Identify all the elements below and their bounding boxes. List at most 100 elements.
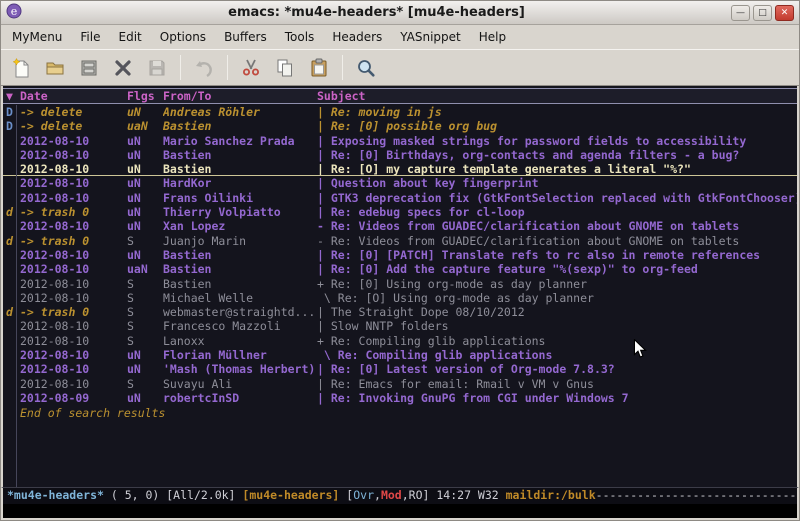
menu-help[interactable]: Help — [470, 25, 515, 49]
cut-button[interactable] — [237, 54, 265, 82]
menu-tools[interactable]: Tools — [276, 25, 324, 49]
modeline-segment: Ovr — [353, 488, 374, 502]
message-date: 2012-08-09 — [17, 391, 127, 405]
message-flags: uN — [127, 162, 163, 175]
message-subject: | Re: [0] [PATCH] Translate refs to rc a… — [317, 248, 797, 262]
svg-text:e: e — [11, 5, 18, 18]
message-flags: uN — [127, 134, 163, 148]
message-subject: \ Re: Compiling glib applications — [317, 348, 797, 362]
message-row[interactable]: 2012-08-10SMichael Welle \ Re: [O] Using… — [3, 291, 797, 305]
message-mark — [3, 176, 17, 190]
message-flags: uN — [127, 348, 163, 362]
menu-yasnippet[interactable]: YASnippet — [391, 25, 470, 49]
message-subject: + Re: Compiling glib applications — [317, 334, 797, 348]
emacs-app-icon: e — [6, 3, 22, 23]
titlebar[interactable]: e emacs: *mu4e-headers* [mu4e-headers] —… — [1, 1, 799, 25]
column-header-subject[interactable]: Subject — [317, 89, 797, 103]
message-date: -> trash 0 — [17, 305, 127, 319]
message-flags: uN — [127, 219, 163, 233]
kill-buffer-button[interactable] — [109, 54, 137, 82]
message-subject: - Re: Videos from GUADEC/clarification a… — [317, 234, 797, 248]
message-from: 'Mash (Thomas Herbert) — [163, 362, 317, 376]
new-file-button[interactable] — [7, 54, 35, 82]
cut-icon — [240, 57, 262, 79]
message-date: -> delete — [17, 119, 127, 133]
message-row[interactable]: 2012-08-10SFrancesco Mazzoli| Slow NNTP … — [3, 319, 797, 333]
message-from: robertcInSD — [163, 391, 317, 405]
message-row[interactable]: D-> deleteuaNBastien| Re: [0] possible o… — [3, 119, 797, 133]
message-mark — [3, 377, 17, 391]
echo-area[interactable] — [1, 504, 799, 520]
message-row[interactable]: 2012-08-10SLanoxx+ Re: Compiling glib ap… — [3, 334, 797, 348]
mu4e-headers-buffer: ▼ Date Flgs From/To Subject D-> deleteuN… — [1, 86, 799, 487]
column-header-flags[interactable]: Flgs — [127, 89, 163, 103]
message-row[interactable]: 2012-08-10uNMario Sanchez Prada| Exposin… — [3, 134, 797, 148]
message-from: Xan Lopez — [163, 219, 317, 233]
message-row[interactable]: d-> trash 0uNThierry Volpiatto| Re: edeb… — [3, 205, 797, 219]
modeline-segment: ( 5, 0) [All/2.0k] — [104, 488, 242, 502]
message-mark — [3, 291, 17, 305]
minimize-button[interactable]: — — [731, 5, 750, 21]
menu-bar: MyMenuFileEditOptionsBuffersToolsHeaders… — [1, 25, 799, 49]
message-row[interactable]: 2012-08-10SSuvayu Ali| Re: Emacs for ema… — [3, 377, 797, 391]
message-subject: | Re: [0] possible org bug — [317, 119, 797, 133]
search-button[interactable] — [352, 54, 380, 82]
message-subject: | Question about key fingerprint — [317, 176, 797, 190]
message-row[interactable]: d-> trash 0Swebmaster@straightd...| The … — [3, 305, 797, 319]
column-header-from[interactable]: From/To — [163, 89, 317, 103]
message-row[interactable]: 2012-08-10uNFrans Oilinki| GTK3 deprecat… — [3, 191, 797, 205]
message-from: Bastien — [163, 162, 317, 175]
message-row[interactable]: 2012-08-10uNFlorian Müllner \ Re: Compil… — [3, 348, 797, 362]
modeline-segment: , — [374, 488, 381, 502]
scroll-bar[interactable] — [16, 105, 17, 487]
column-header-date[interactable]: Date — [17, 89, 127, 103]
message-flags: uN — [127, 105, 163, 119]
message-row[interactable]: 2012-08-09uNrobertcInSD| Re: Invoking Gn… — [3, 391, 797, 405]
message-subject: + Re: [0] Using org-mode as day planner — [317, 277, 797, 291]
modeline-segment: RO — [409, 488, 423, 502]
message-row[interactable]: 2012-08-10uNXan Lopez- Re: Videos from G… — [3, 219, 797, 233]
copy-button[interactable] — [271, 54, 299, 82]
message-from: Juanjo Marin — [163, 234, 317, 248]
message-subject: | Re: [0] Add the capture feature "%(sex… — [317, 262, 797, 276]
message-mark — [3, 134, 17, 148]
modeline-segment: ] — [423, 488, 437, 502]
menu-headers[interactable]: Headers — [323, 25, 391, 49]
message-row[interactable]: 2012-08-10uNBastien| Re: [0] [PATCH] Tra… — [3, 248, 797, 262]
message-flags: uN — [127, 176, 163, 190]
modeline-segment: 14:27 W32 — [436, 488, 505, 502]
message-from: Mario Sanchez Prada — [163, 134, 317, 148]
message-row[interactable]: 2012-08-10uNHardKor| Question about key … — [3, 176, 797, 190]
modeline-segment: maildir:/bulk — [506, 488, 596, 502]
emacs-window: e emacs: *mu4e-headers* [mu4e-headers] —… — [0, 0, 800, 521]
menu-file[interactable]: File — [71, 25, 109, 49]
menu-edit[interactable]: Edit — [110, 25, 151, 49]
message-row[interactable]: 2012-08-10SBastien+ Re: [0] Using org-mo… — [3, 277, 797, 291]
menu-buffers[interactable]: Buffers — [215, 25, 276, 49]
message-subject: | Re: [0] Latest version of Org-mode 7.8… — [317, 362, 797, 376]
message-row[interactable]: 2012-08-10uNBastien| Re: [0] Birthdays, … — [3, 148, 797, 162]
menu-mymenu[interactable]: MyMenu — [3, 25, 71, 49]
close-button[interactable]: ✕ — [775, 5, 794, 21]
message-date: 2012-08-10 — [17, 319, 127, 333]
menu-options[interactable]: Options — [151, 25, 215, 49]
message-subject: | Slow NNTP folders — [317, 319, 797, 333]
open-file-button[interactable] — [41, 54, 69, 82]
message-date: 2012-08-10 — [17, 348, 127, 362]
tool-bar — [1, 49, 799, 86]
message-mark: D — [3, 119, 17, 133]
message-row[interactable]: 2012-08-10uNBastien| Re: [O] my capture … — [3, 162, 797, 176]
message-row[interactable]: 2012-08-10uaNBastien| Re: [0] Add the ca… — [3, 262, 797, 276]
maximize-button[interactable]: □ — [753, 5, 772, 21]
message-from: Frans Oilinki — [163, 191, 317, 205]
message-row[interactable]: 2012-08-10uN'Mash (Thomas Herbert)| Re: … — [3, 362, 797, 376]
message-flags: uN — [127, 148, 163, 162]
message-row[interactable]: d-> trash 0SJuanjo Marin- Re: Videos fro… — [3, 234, 797, 248]
paste-button[interactable] — [305, 54, 333, 82]
message-date: 2012-08-10 — [17, 362, 127, 376]
message-row[interactable]: D-> deleteuNAndreas Röhler| Re: moving i… — [3, 105, 797, 119]
message-flags: S — [127, 291, 163, 305]
message-mark — [3, 391, 17, 405]
dired-button[interactable] — [75, 54, 103, 82]
new-file-icon — [10, 57, 32, 79]
